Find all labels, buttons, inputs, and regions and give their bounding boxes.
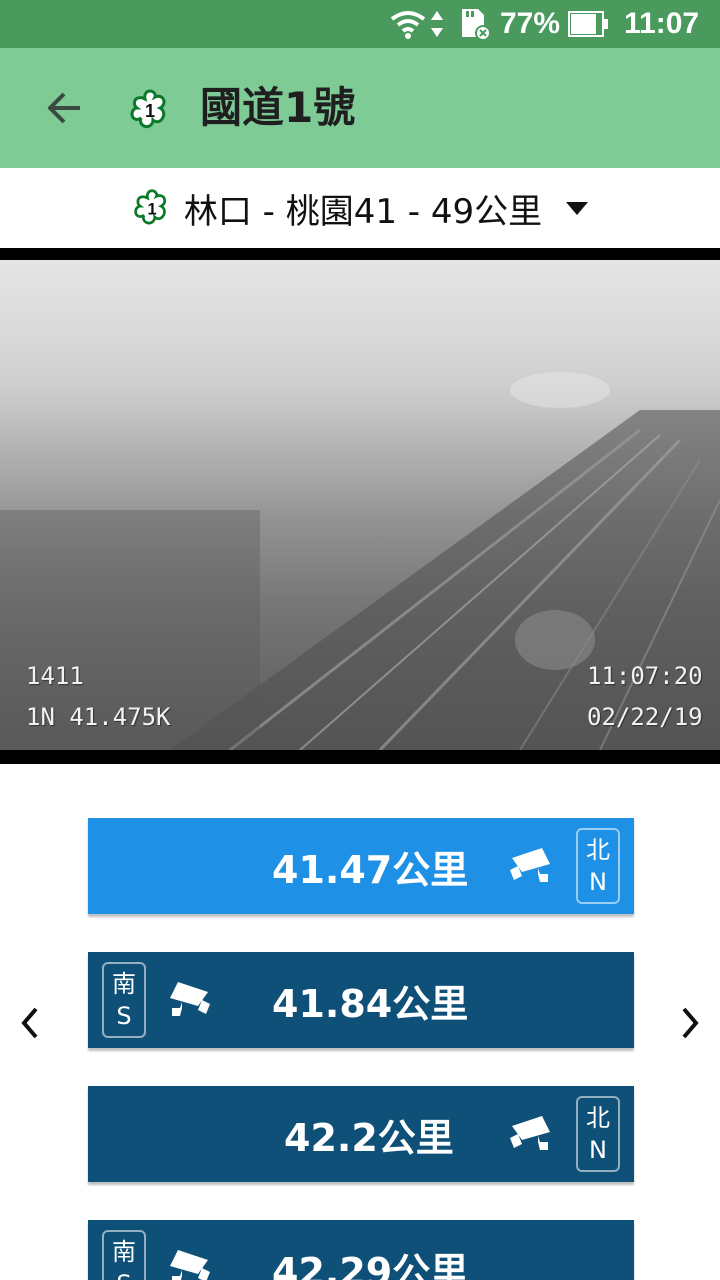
app-bar: 1 國道1號 [0, 48, 720, 168]
camera-button[interactable]: 41.47公里 北 N [88, 818, 634, 914]
section-dropdown[interactable]: 1 林口 - 桃園41 - 49公里 [0, 168, 720, 248]
camera-date: 02/22/19 [587, 703, 703, 731]
camera-km-label: 41.47公里 [272, 847, 469, 892]
chevron-left-icon [21, 1007, 38, 1039]
direction-en: S [116, 1268, 131, 1280]
section-label: 林口 - 桃園41 - 49公里 [183, 191, 543, 232]
cctv-camera-icon [510, 848, 550, 882]
camera-km-label: 42.29公里 [272, 1249, 469, 1280]
cctv-camera-icon [170, 982, 210, 1016]
highway-shield-icon: 1 [134, 189, 166, 225]
camera-time: 11:07:20 [587, 662, 703, 690]
direction-badge: 南 S [102, 962, 146, 1038]
cctv-camera-icon [510, 1116, 550, 1150]
status-bar: 77% 11:07 [0, 0, 720, 48]
camera-list: 41.47公里 北 N 南 S 41.84公里 42.2公里 北 N 南 42.… [0, 764, 720, 1280]
clock: 11:07 [624, 7, 700, 40]
direction-badge: 北 N [576, 828, 620, 904]
direction-zh: 北 [586, 1104, 610, 1132]
highway-shield-icon: 1 [130, 89, 166, 129]
previous-button[interactable] [10, 998, 50, 1048]
chevron-right-icon [682, 1007, 699, 1039]
camera-button[interactable]: 南 S 42.29公里 [88, 1220, 634, 1280]
page-title: 國道1號 [200, 83, 356, 132]
back-button[interactable] [26, 70, 102, 146]
svg-text:1: 1 [145, 101, 155, 121]
wifi-icon [388, 0, 428, 48]
data-arrows-icon [430, 0, 444, 48]
direction-en: S [116, 1002, 132, 1030]
sd-card-icon [458, 0, 492, 48]
camera-km-label: 41.84公里 [272, 981, 469, 1026]
direction-en: N [589, 868, 607, 896]
back-arrow-icon [48, 92, 80, 124]
svg-text:1: 1 [147, 200, 156, 218]
direction-en: N [589, 1136, 607, 1164]
camera-id: 1411 [26, 662, 84, 690]
battery-percentage: 77% [500, 7, 561, 40]
direction-badge: 南 S [102, 1230, 146, 1280]
direction-badge: 北 N [576, 1096, 620, 1172]
camera-view[interactable]: 1411 1N 41.475K 11:07:20 02/22/19 [0, 248, 720, 764]
camera-button[interactable]: 42.2公里 北 N [88, 1086, 634, 1182]
direction-zh: 南 [112, 1238, 136, 1266]
camera-button[interactable]: 南 S 41.84公里 [88, 952, 634, 1048]
dropdown-arrow-icon [566, 201, 589, 215]
next-button[interactable] [670, 998, 710, 1048]
camera-km-label: 42.2公里 [284, 1115, 454, 1160]
battery-icon [568, 0, 610, 48]
direction-zh: 北 [586, 836, 610, 864]
camera-snapshot: 1411 1N 41.475K 11:07:20 02/22/19 [0, 260, 720, 750]
camera-location-code: 1N 41.475K [26, 703, 171, 731]
cctv-camera-icon [170, 1250, 210, 1280]
direction-zh: 南 [112, 970, 136, 998]
